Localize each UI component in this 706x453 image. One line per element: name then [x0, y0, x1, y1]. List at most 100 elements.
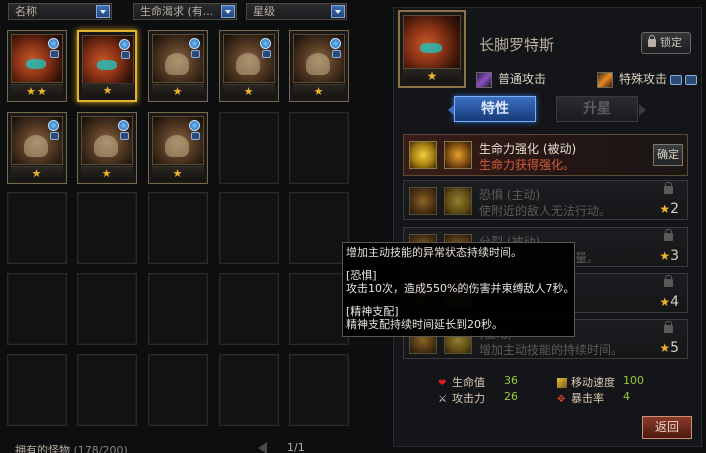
monster-card[interactable]: ★ [7, 112, 67, 184]
crosshair-icon: ✥ [557, 394, 566, 405]
skill-row-1[interactable]: 生命力强化 (被动) 生命力获得强化。 确定 [403, 134, 688, 176]
empty-slot [148, 273, 208, 345]
monster-portrait [82, 35, 134, 84]
monster-card[interactable]: ★ [77, 112, 137, 184]
element-badge-icon [189, 38, 200, 49]
skill-required-star-value: 4 [670, 294, 679, 310]
element-badge-icon [48, 38, 59, 49]
monster-grid: ★★ ★ ★ ★ ★ ★ ★ ★ [7, 30, 352, 435]
empty-slot [289, 192, 349, 264]
empty-slot [219, 192, 279, 264]
stat-crit: ✥ 暴击率 4 [557, 390, 630, 406]
skill-row-2[interactable]: 恐惧 (主动) 使附近的敌人无法行动。 ★2 [403, 180, 688, 220]
element-badge-icon [119, 39, 130, 50]
monster-card[interactable]: ★ [148, 30, 208, 102]
monster-card[interactable]: ★ [148, 112, 208, 184]
normal-attack[interactable]: 普通攻击 [476, 70, 546, 88]
special-attack-label: 特殊攻击 [619, 72, 668, 86]
stat-speed-value: 100 [623, 374, 644, 387]
lock-icon [664, 182, 673, 194]
empty-slot [219, 354, 279, 426]
lock-icon [648, 35, 656, 47]
skill-tooltip: 增加主动技能的异常状态持续时间。 [恐惧] 攻击10次，造成550%的伤害并束缚… [342, 242, 575, 337]
skill-title: 生命力强化 (被动) [479, 142, 577, 156]
heart-icon: ❤ [438, 378, 447, 389]
name-sort-value: 名称 [15, 5, 37, 18]
star-rating: ★ [81, 166, 133, 180]
skill-required-star-value: 2 [670, 201, 679, 217]
skill-required-star: ★4 [659, 294, 679, 310]
element-badge-icon [48, 120, 59, 131]
class-badge-icon [121, 51, 130, 59]
attribute-sort-dropdown[interactable]: 生命渴求 (有... [133, 3, 237, 20]
prev-page-icon[interactable] [258, 442, 267, 453]
star-rating: ★ [223, 84, 275, 98]
monster-portrait [11, 34, 63, 83]
skill-icon [444, 141, 472, 169]
owned-label: 拥有的怪物 [15, 444, 70, 453]
empty-slot [148, 354, 208, 426]
monster-card[interactable]: ★ [219, 30, 279, 102]
class-badge-icon [332, 50, 341, 58]
empty-slot [7, 273, 67, 345]
star-rating: ★ [293, 84, 345, 98]
monster-portrait [11, 116, 63, 165]
hero-name: 长脚罗特斯 [479, 36, 555, 54]
class-badge-icon [191, 50, 200, 58]
monster-portrait [223, 34, 275, 83]
lock-button[interactable]: 锁定 [641, 32, 691, 54]
pagination: 1/1 [258, 441, 305, 453]
skill-desc: 使附近的敌人无法行动。 [479, 204, 612, 218]
element-badge-icon [330, 38, 341, 49]
class-badge-icon [50, 132, 59, 140]
empty-slot [77, 354, 137, 426]
back-button[interactable]: 返回 [642, 416, 692, 439]
stat-crit-label: 暴击率 [571, 392, 604, 405]
tab-right-arrow-icon [639, 104, 646, 116]
element-badge-icon [670, 74, 683, 85]
stat-crit-value: 4 [623, 390, 630, 403]
empty-slot [77, 273, 137, 345]
star-rating: ★ [11, 166, 63, 180]
skill-title: 恐惧 (主动) [479, 188, 541, 202]
tab-upgrade-star[interactable]: 升星 [556, 96, 638, 122]
lock-icon [664, 229, 673, 241]
star-rating: ★★ [11, 84, 63, 98]
empty-slot [289, 354, 349, 426]
chevron-down-icon[interactable] [96, 5, 110, 18]
special-attack[interactable]: 特殊攻击 [597, 70, 698, 88]
element-badge-icon [685, 74, 698, 85]
owned-count: (178/200) [73, 444, 128, 453]
monster-portrait [293, 34, 345, 83]
skill-required-star: ★3 [659, 248, 679, 264]
skill-type-icon [409, 187, 437, 215]
empty-slot [289, 273, 349, 345]
confirm-button[interactable]: 确定 [653, 144, 683, 166]
chevron-down-icon[interactable] [331, 5, 345, 18]
normal-attack-label: 普通攻击 [498, 72, 547, 86]
skill-desc: 生命力获得强化。 [479, 158, 576, 172]
monster-card[interactable]: ★★ [7, 30, 67, 102]
star-sort-dropdown[interactable]: 星级 [246, 3, 347, 20]
tooltip-line: 精神支配持续时间延长到20秒。 [346, 318, 503, 331]
stat-hp-label: 生命值 [452, 376, 485, 389]
class-badge-icon [50, 50, 59, 58]
stat-attack-label: 攻击力 [452, 392, 485, 405]
owned-monsters-counter: 拥有的怪物 (178/200) [15, 442, 128, 453]
empty-slot [7, 192, 67, 264]
stat-hp: ❤ 生命值 36 [438, 374, 518, 390]
monster-card[interactable]: ★ [289, 30, 349, 102]
hero-star-rating: ★ [403, 69, 461, 83]
empty-slot [148, 192, 208, 264]
chevron-down-icon[interactable] [221, 5, 235, 18]
star-rating: ★ [152, 166, 204, 180]
monster-card[interactable]: ★ [77, 30, 137, 102]
star-rating: ★ [82, 83, 134, 97]
lock-icon [664, 275, 673, 287]
tab-traits[interactable]: 特性 [454, 96, 536, 122]
lock-icon [664, 321, 673, 333]
class-badge-icon [191, 132, 200, 140]
skill-required-star-value: 5 [670, 340, 679, 356]
name-sort-dropdown[interactable]: 名称 [8, 3, 112, 20]
page-indicator: 1/1 [287, 441, 305, 453]
